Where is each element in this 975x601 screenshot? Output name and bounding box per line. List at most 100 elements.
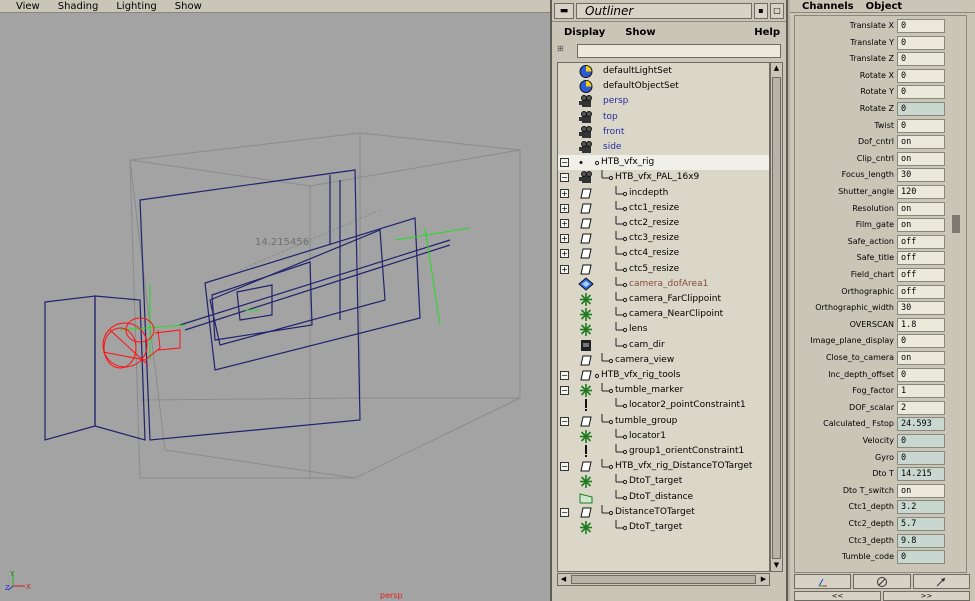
- outliner-row[interactable]: camera_dofArea1: [558, 276, 769, 292]
- channel-name[interactable]: Orthographic: [841, 287, 894, 296]
- outliner-row[interactable]: group1_orientConstraint1: [558, 444, 769, 459]
- outliner-row[interactable]: locator2_pointConstraint1: [558, 398, 769, 413]
- outliner-row[interactable]: cam_dir: [558, 337, 769, 353]
- hscroll-thumb[interactable]: [571, 575, 756, 584]
- channel-row[interactable]: Dof_cntrl on: [795, 134, 966, 151]
- channel-name[interactable]: Ctc2_depth: [849, 519, 895, 528]
- menu-view[interactable]: View: [16, 1, 40, 12]
- channel-name[interactable]: Field_chart: [851, 270, 894, 279]
- channel-row[interactable]: Rotate X0: [795, 68, 966, 85]
- channel-name[interactable]: Tumble_code: [842, 552, 894, 561]
- channel-row[interactable]: Dto T 14.215: [795, 466, 966, 483]
- menu-lighting[interactable]: Lighting: [116, 1, 156, 12]
- channel-name[interactable]: Rotate X: [860, 71, 894, 80]
- channel-row[interactable]: DOF_scalar 2: [795, 400, 966, 417]
- outliner-row[interactable]: side: [558, 140, 769, 155]
- channel-row[interactable]: Dto T_switch on: [795, 483, 966, 500]
- channel-name[interactable]: Resolution: [852, 204, 894, 213]
- channel-row[interactable]: Gyro 0: [795, 450, 966, 467]
- channel-name[interactable]: Image_plane_display: [810, 336, 894, 345]
- channel-value-field[interactable]: on: [897, 351, 945, 365]
- channel-name[interactable]: Translate Z: [850, 54, 894, 63]
- channel-value-field[interactable]: 3.2: [897, 500, 945, 515]
- channel-value-field[interactable]: on: [897, 135, 945, 150]
- channel-row[interactable]: Ctc1_depth 3.2: [795, 499, 966, 516]
- channel-name[interactable]: Orthographic_width: [815, 303, 894, 312]
- channel-value-field[interactable]: 0: [897, 550, 945, 565]
- channel-value-field[interactable]: 0: [897, 35, 945, 50]
- outliner-row[interactable]: + ctc4_resize: [558, 246, 769, 261]
- scroll-right-arrow-icon[interactable]: ▶: [758, 574, 769, 585]
- channel-row[interactable]: Ctc3_depth 9.8: [795, 533, 966, 550]
- filter-icon[interactable]: ⊞: [557, 44, 573, 58]
- outliner-row[interactable]: DtoT_distance: [558, 489, 769, 505]
- outliner-row[interactable]: front: [558, 125, 769, 140]
- minimize-button[interactable]: ▪: [754, 2, 768, 19]
- channel-row[interactable]: Clip_cntrl on: [795, 151, 966, 168]
- channel-value-field[interactable]: 0: [897, 334, 945, 349]
- channel-row[interactable]: Tumble_code 0: [795, 549, 966, 566]
- channel-name[interactable]: Safe_action: [848, 237, 894, 246]
- channel-value-field[interactable]: 0: [897, 118, 945, 133]
- outliner-row[interactable]: + ctc1_resize: [558, 200, 769, 216]
- channel-name[interactable]: Clip_cntrl: [857, 154, 894, 163]
- outliner-row[interactable]: camera_view: [558, 352, 769, 368]
- channel-row[interactable]: Close_to_camera on: [795, 350, 966, 367]
- channel-value-field[interactable]: 1: [897, 384, 945, 399]
- channel-name[interactable]: Translate X: [850, 21, 894, 30]
- channel-value-field[interactable]: 0: [897, 52, 945, 67]
- rotate-tool-icon[interactable]: [853, 574, 911, 589]
- channel-name[interactable]: Safe_title: [857, 253, 894, 262]
- channel-row[interactable]: Film_gate on: [795, 217, 966, 234]
- channel-row[interactable]: Calculated_ Fstop 24.593: [795, 416, 966, 433]
- channel-value-field[interactable]: 9.8: [897, 533, 945, 548]
- channel-scroll-thumb[interactable]: [952, 215, 960, 233]
- outliner-vertical-scrollbar[interactable]: ▲ ▼: [770, 62, 783, 572]
- outliner-row[interactable]: lens: [558, 322, 769, 337]
- channel-value-field[interactable]: 24.593: [897, 417, 945, 432]
- next-button[interactable]: >>: [883, 591, 970, 601]
- outliner-row[interactable]: DtoT_target: [558, 474, 769, 489]
- channel-name[interactable]: Calculated_ Fstop: [823, 419, 894, 428]
- channel-row[interactable]: Rotate Y0: [795, 84, 966, 101]
- channel-row[interactable]: Safe_action off: [795, 234, 966, 251]
- channel-name[interactable]: Twist: [874, 121, 894, 130]
- scene-wireframe[interactable]: 14.215456: [0, 13, 550, 601]
- channel-value-field[interactable]: 30: [897, 301, 945, 316]
- outliner-row[interactable]: persp: [558, 94, 769, 109]
- channel-value-field[interactable]: on: [897, 218, 945, 233]
- outliner-row[interactable]: − DistanceTOTarget: [558, 504, 769, 520]
- channel-row[interactable]: Inc_depth_offset 0: [795, 367, 966, 384]
- outliner-row[interactable]: + ctc2_resize: [558, 216, 769, 231]
- outliner-row[interactable]: camera_NearClipoint: [558, 307, 769, 322]
- channel-name[interactable]: Focus_length: [842, 170, 894, 179]
- channel-value-field[interactable]: 0: [897, 19, 945, 33]
- channel-value-field[interactable]: off: [897, 251, 945, 266]
- outliner-row[interactable]: − HTB_vfx_rig_DistanceTOTarget: [558, 459, 769, 474]
- channel-name[interactable]: Fog_factor: [852, 386, 894, 395]
- channel-name[interactable]: Close_to_camera: [826, 353, 894, 362]
- outliner-row[interactable]: + incdepth: [558, 185, 769, 201]
- channel-value-field[interactable]: on: [897, 483, 945, 498]
- channel-value-field[interactable]: 120: [897, 185, 945, 199]
- channel-name[interactable]: Dof_cntrl: [858, 137, 894, 146]
- channel-row[interactable]: Ctc2_depth 5.7: [795, 516, 966, 533]
- scroll-down-arrow-icon[interactable]: ▼: [771, 560, 782, 571]
- channel-row[interactable]: Field_chart off: [795, 267, 966, 284]
- maximize-button[interactable]: □: [770, 2, 784, 19]
- outliner-row[interactable]: camera_FarClippoint: [558, 292, 769, 307]
- channel-name[interactable]: Rotate Y: [860, 87, 894, 96]
- channel-value-field[interactable]: 0: [897, 434, 945, 448]
- channel-row[interactable]: Rotate Z0: [795, 101, 966, 118]
- channel-name[interactable]: Shutter_angle: [838, 187, 894, 196]
- menu-object[interactable]: Object: [866, 1, 903, 12]
- channel-name[interactable]: Translate Y: [850, 38, 894, 47]
- channel-row[interactable]: Translate X0: [795, 18, 966, 35]
- outliner-row[interactable]: − tumble_group: [558, 413, 769, 429]
- channel-name[interactable]: OVERSCAN: [850, 320, 894, 329]
- channel-name[interactable]: Film_gate: [856, 220, 894, 229]
- channel-value-field[interactable]: 30: [897, 168, 945, 183]
- prev-button[interactable]: <<: [794, 591, 881, 601]
- scroll-thumb[interactable]: [772, 77, 781, 559]
- channel-row[interactable]: Focus_length 30: [795, 167, 966, 184]
